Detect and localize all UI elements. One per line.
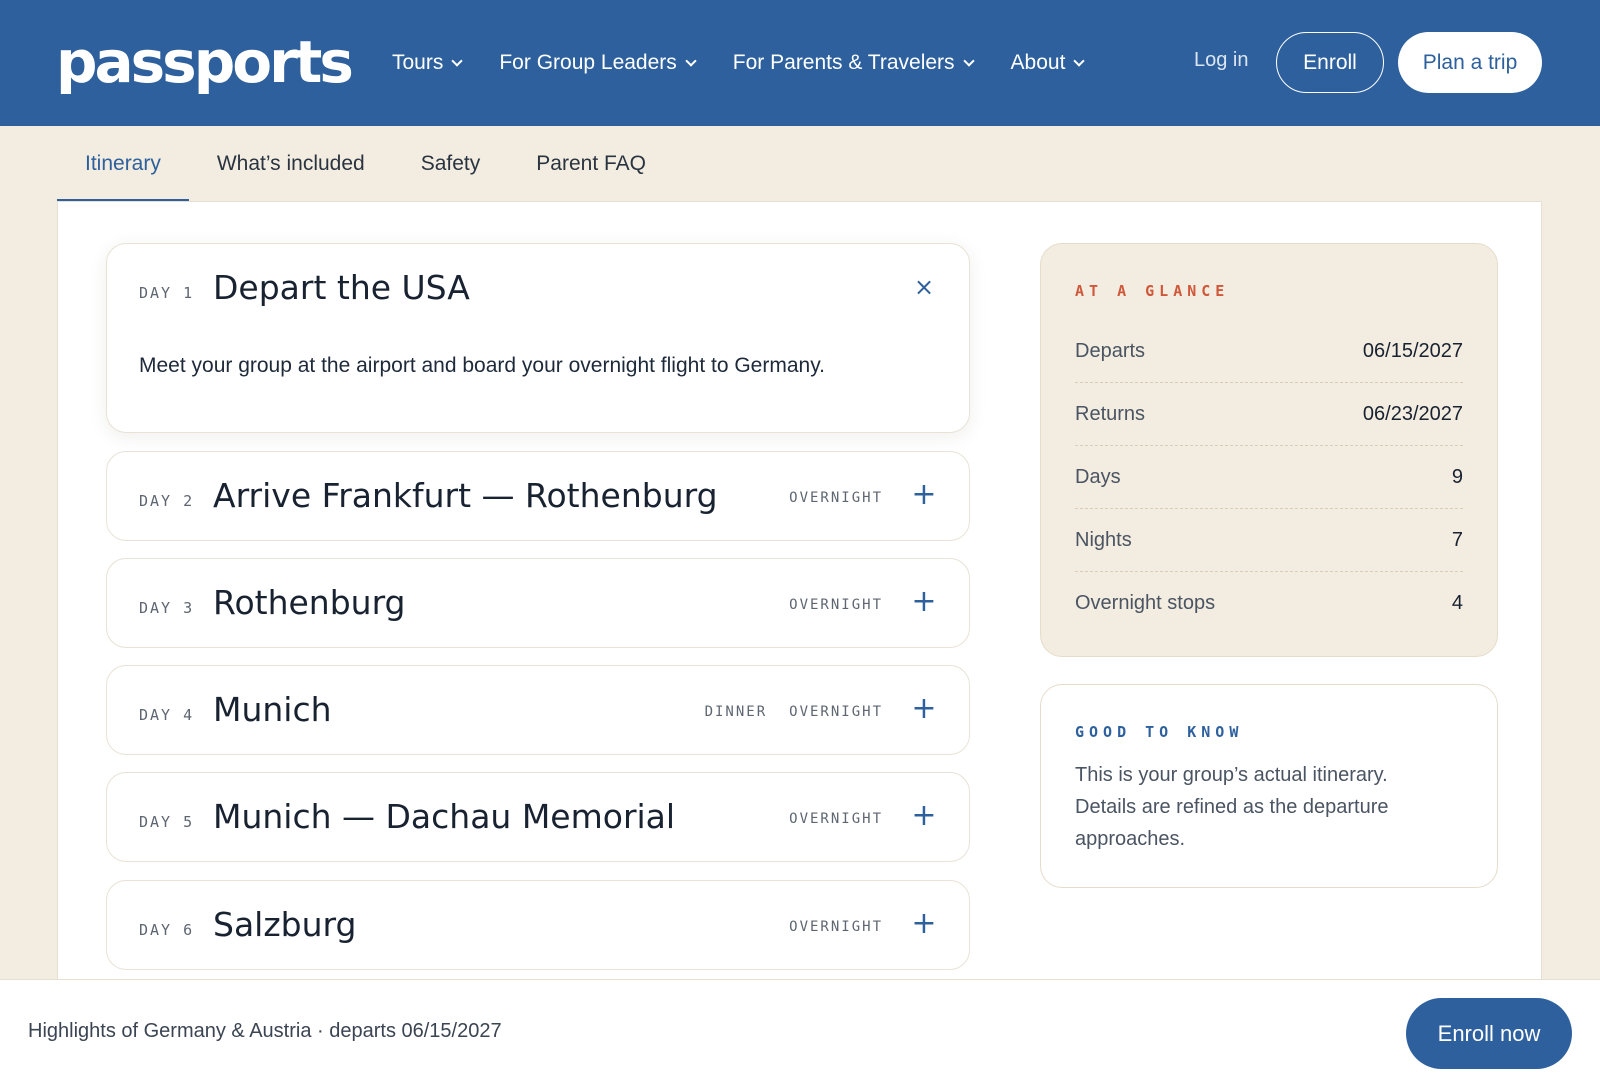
nav-item-label: For Parents & Travelers (732, 51, 955, 74)
tag-overnight: OVERNIGHT (789, 919, 883, 935)
glance-row-days: Days 9 (1075, 446, 1463, 509)
nav-item-group-leaders[interactable]: For Group Leaders (499, 51, 697, 75)
day-header[interactable]: DAY 2 Arrive Frankfurt — Rothenburg OVER… (107, 452, 969, 542)
day-number: DAY 5 (139, 813, 195, 831)
day-tags: DINNER OVERNIGHT (705, 704, 883, 720)
tag-overnight: OVERNIGHT (789, 704, 883, 720)
nav-item-label: For Group Leaders (499, 51, 677, 74)
plan-a-trip-button[interactable]: Plan a trip (1398, 32, 1542, 93)
glance-value: 4 (1451, 592, 1463, 614)
day-card-2[interactable]: DAY 2 Arrive Frankfurt — Rothenburg OVER… (106, 451, 970, 541)
day-header[interactable]: DAY 3 Rothenburg OVERNIGHT + (107, 559, 969, 649)
day-header[interactable]: DAY 4 Munich DINNER OVERNIGHT + (107, 666, 969, 756)
plus-icon[interactable]: + (909, 801, 939, 831)
day-number: DAY 3 (139, 599, 195, 617)
good-to-know-heading: GOOD TO KNOW (1075, 723, 1244, 741)
glance-value: 06/23/2027 (1362, 402, 1463, 425)
glance-label: Overnight stops (1075, 592, 1216, 614)
glance-label: Nights (1075, 528, 1132, 551)
day-title: Depart the USA (213, 268, 470, 307)
tag-overnight: OVERNIGHT (789, 811, 883, 827)
day-tags: OVERNIGHT (789, 919, 883, 935)
day-card-5[interactable]: DAY 5 Munich — Dachau Memorial OVERNIGHT… (106, 772, 970, 862)
tag-overnight: OVERNIGHT (789, 490, 883, 506)
passports-logo[interactable]: passports (56, 28, 354, 96)
trip-summary: Highlights of Germany & Austria · depart… (28, 1020, 502, 1042)
day-tags: OVERNIGHT (789, 597, 883, 613)
main-menu: Tours For Group Leaders For Parents & Tr… (392, 0, 1121, 126)
day-header[interactable]: DAY 6 Salzburg OVERNIGHT + (107, 881, 969, 971)
glance-row-returns: Returns 06/23/2027 (1075, 383, 1463, 446)
tab-safety[interactable]: Safety (393, 126, 509, 202)
plus-icon[interactable]: + (909, 909, 939, 939)
day-title: Munich (213, 690, 332, 729)
day-title: Munich — Dachau Memorial (213, 797, 676, 836)
chevron-down-icon (1073, 54, 1086, 67)
chevron-down-icon (451, 54, 464, 67)
glance-label: Departs (1075, 339, 1146, 362)
good-to-know-card: GOOD TO KNOW This is your group’s actual… (1040, 684, 1498, 888)
plus-icon[interactable]: + (909, 587, 939, 617)
day-title: Salzburg (213, 905, 357, 944)
nav-item-label: Tours (392, 51, 444, 74)
tab-parent-faq[interactable]: Parent FAQ (508, 126, 674, 202)
day-number: DAY 2 (139, 492, 195, 510)
tag-overnight: OVERNIGHT (789, 597, 883, 613)
day-number: DAY 6 (139, 921, 195, 939)
day-card-4[interactable]: DAY 4 Munich DINNER OVERNIGHT + (106, 665, 970, 755)
tab-itinerary[interactable]: Itinerary (57, 126, 189, 202)
plus-icon[interactable]: + (909, 694, 939, 724)
day-card-3[interactable]: DAY 3 Rothenburg OVERNIGHT + (106, 558, 970, 648)
chevron-down-icon (685, 54, 697, 67)
nav-item-about[interactable]: About (1010, 51, 1086, 75)
trip-tabs: Itinerary What’s included Safety Parent … (57, 126, 674, 202)
glance-value: 7 (1451, 528, 1463, 551)
good-to-know-text: This is your group’s actual itinerary. D… (1075, 764, 1389, 850)
tab-whats-included[interactable]: What’s included (189, 126, 393, 202)
day-number: DAY 4 (139, 706, 195, 724)
glance-label: Returns (1075, 402, 1146, 425)
glance-value: 9 (1451, 465, 1463, 488)
nav-item-label: About (1010, 51, 1066, 74)
glance-row-departs: Departs 06/15/2027 (1075, 320, 1463, 383)
day-number: DAY 1 (139, 284, 195, 302)
day-description: Meet your group at the airport and board… (139, 354, 825, 377)
chevron-down-icon (962, 54, 975, 67)
day-card-1: DAY 1 Depart the USA × Meet your group a… (106, 243, 970, 433)
day-header[interactable]: DAY 1 Depart the USA × (107, 244, 969, 334)
glance-label: Days (1075, 465, 1121, 488)
day-card-6[interactable]: DAY 6 Salzburg OVERNIGHT + (106, 880, 970, 970)
nav-item-parents-travelers[interactable]: For Parents & Travelers (732, 51, 975, 75)
day-tags: OVERNIGHT (789, 811, 883, 827)
enroll-now-button[interactable]: Enroll now (1406, 998, 1572, 1069)
at-a-glance-card: AT A GLANCE Departs 06/15/2027 Returns 0… (1040, 243, 1498, 657)
glance-value: 06/15/2027 (1362, 339, 1463, 362)
glance-row-overnight-stops: Overnight stops 4 (1075, 572, 1463, 635)
day-tags: OVERNIGHT (789, 490, 883, 506)
close-icon[interactable]: × (909, 272, 939, 302)
top-navigation: passports Tours For Group Leaders For Pa… (0, 0, 1600, 126)
at-a-glance-heading: AT A GLANCE (1075, 282, 1230, 300)
sticky-enroll-bar: Highlights of Germany & Austria · depart… (0, 979, 1600, 1086)
plus-icon[interactable]: + (909, 480, 939, 510)
login-link[interactable]: Log in (1194, 49, 1249, 72)
day-title: Arrive Frankfurt — Rothenburg (213, 476, 718, 515)
itinerary-panel: DAY 1 Depart the USA × Meet your group a… (57, 201, 1542, 991)
enroll-button[interactable]: Enroll (1276, 32, 1384, 93)
day-title: Rothenburg (213, 583, 406, 622)
glance-row-nights: Nights 7 (1075, 509, 1463, 572)
nav-item-tours[interactable]: Tours (392, 51, 464, 75)
day-header[interactable]: DAY 5 Munich — Dachau Memorial OVERNIGHT… (107, 773, 969, 863)
tag-dinner: DINNER (704, 704, 768, 720)
